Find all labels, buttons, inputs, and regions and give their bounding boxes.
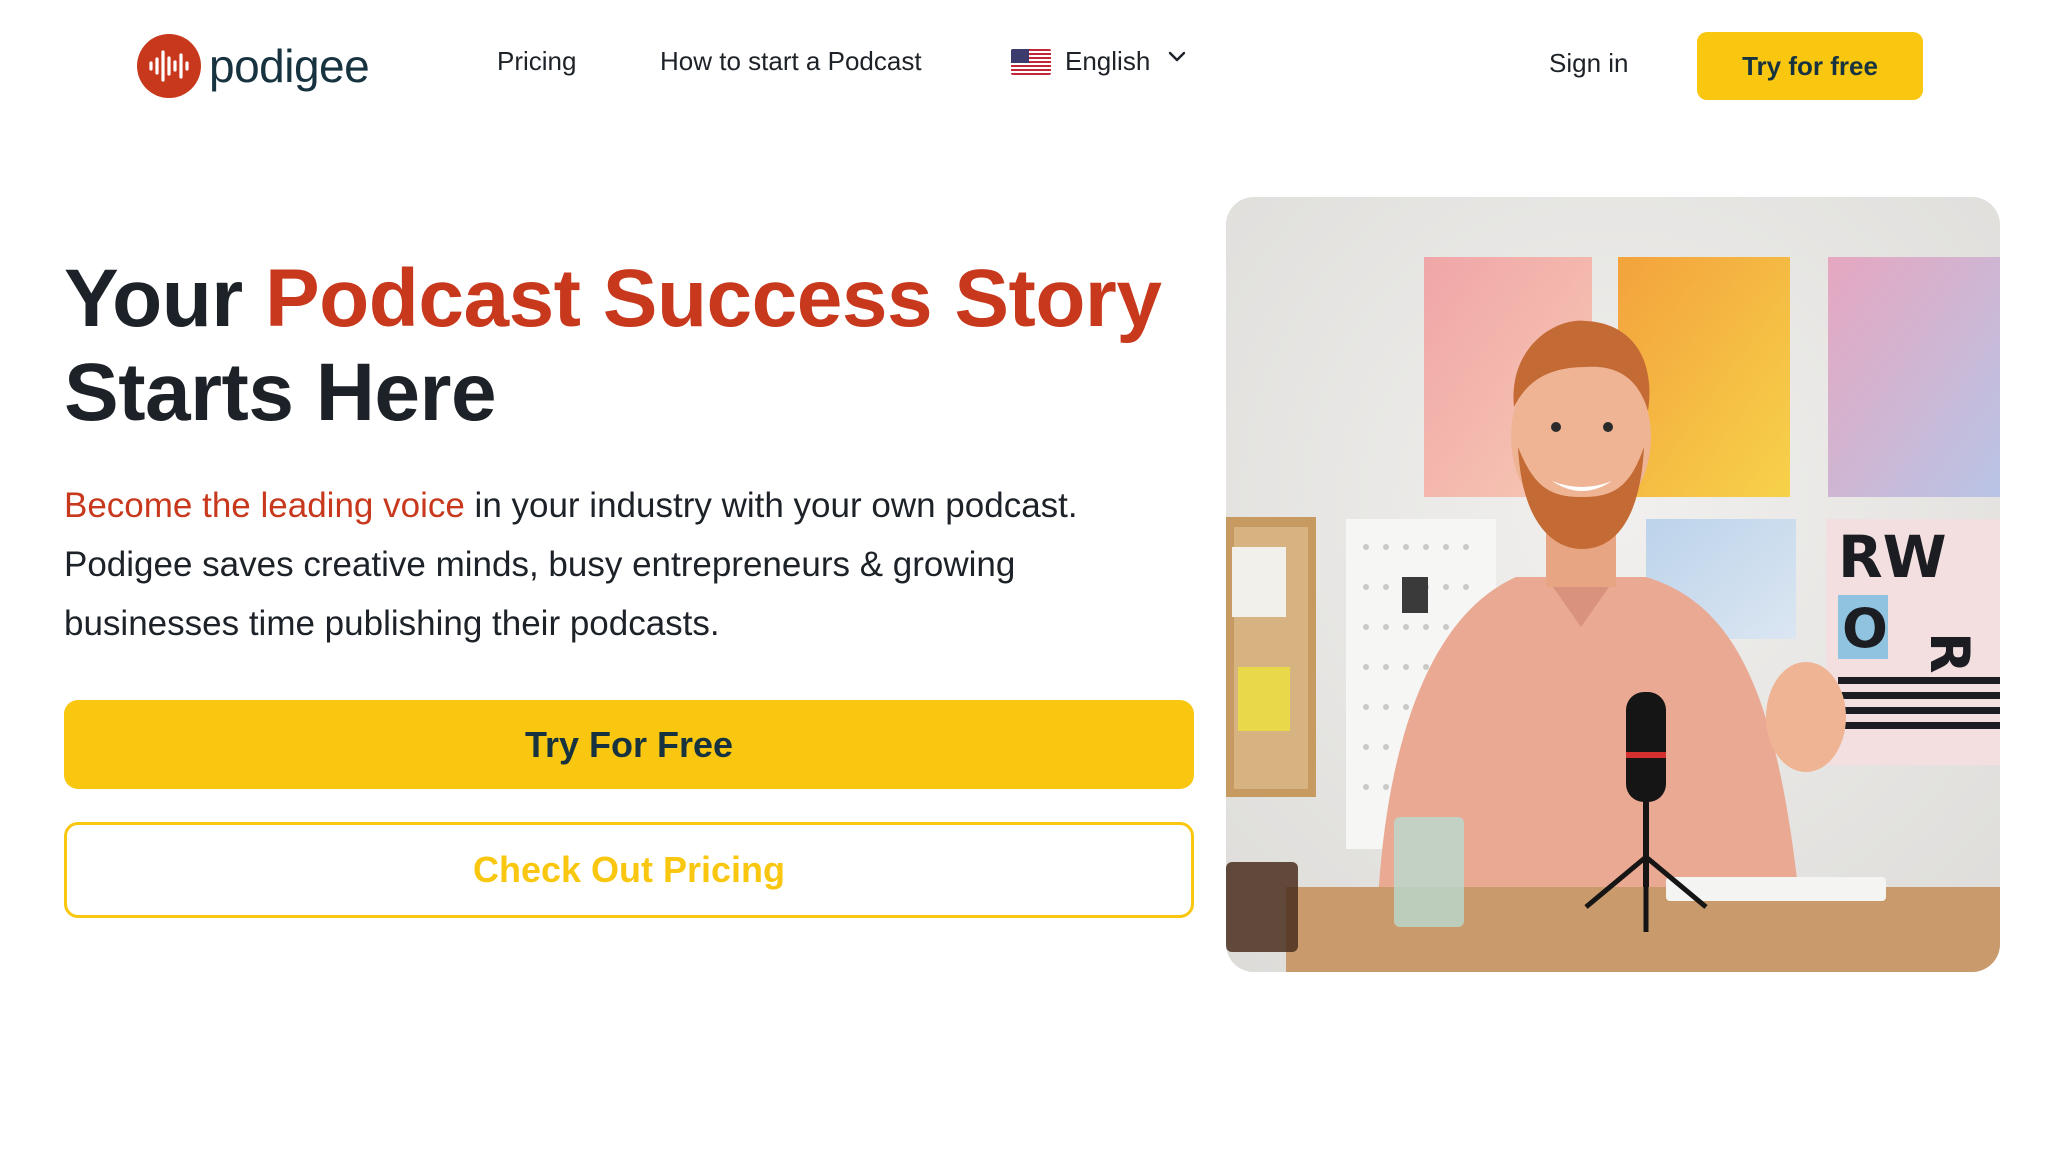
violet-poster	[1828, 257, 2000, 497]
microphone	[1626, 692, 1666, 802]
check-out-pricing-button[interactable]: Check Out Pricing	[64, 822, 1194, 918]
podigee-logo[interactable]: podigee	[137, 34, 370, 98]
language-selector[interactable]: English	[1011, 46, 1186, 77]
soundwave-logo-icon	[137, 34, 201, 98]
hero-lead-paragraph: Become the leading voice in your industr…	[64, 476, 1194, 653]
hero-headline: Your Podcast Success Story Starts Here	[64, 252, 1164, 440]
desk	[1286, 887, 2000, 972]
hero-podcaster-photo: RW O R	[1226, 197, 2000, 972]
headline-prefix: Your	[64, 253, 265, 344]
landing-page: podigee Pricing How to start a Podcast E…	[0, 0, 2048, 1152]
try-for-free-button[interactable]: Try For Free	[64, 700, 1194, 789]
nav-pricing-link[interactable]: Pricing	[497, 46, 576, 77]
nav-how-to-start-link[interactable]: How to start a Podcast	[660, 46, 922, 77]
svg-text:R: R	[1918, 632, 1981, 674]
headline-accent: Podcast Success Story	[264, 253, 1162, 344]
chevron-down-icon	[1168, 50, 1186, 68]
headline-suffix: Starts Here	[64, 347, 497, 438]
lead-accent: Become the leading voice	[64, 486, 465, 525]
us-flag-icon	[1011, 48, 1051, 75]
svg-text:RW: RW	[1838, 523, 1947, 591]
logo-wordmark: podigee	[209, 40, 370, 92]
language-label: English	[1065, 46, 1151, 76]
svg-text:O: O	[1842, 597, 1888, 660]
header-try-for-free-button[interactable]: Try for free	[1697, 32, 1923, 100]
sign-in-link[interactable]: Sign in	[1549, 48, 1629, 79]
